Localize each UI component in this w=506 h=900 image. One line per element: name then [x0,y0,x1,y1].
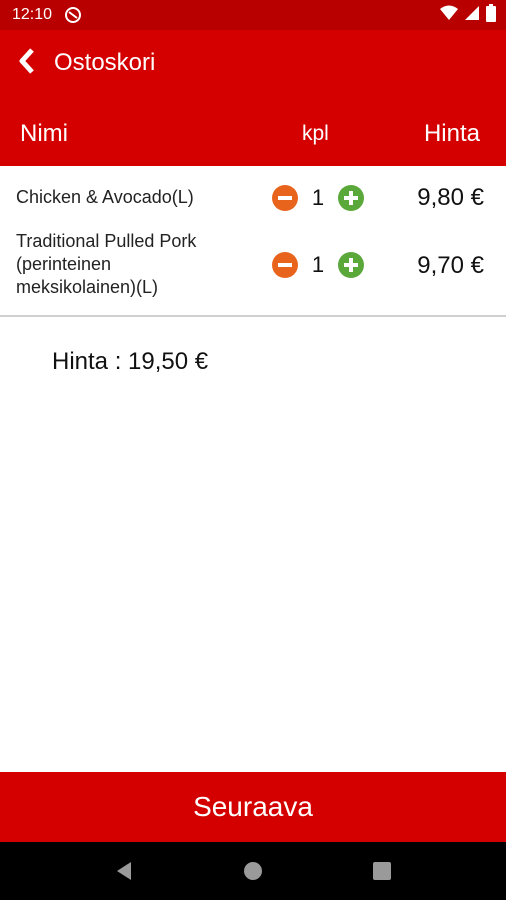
back-button[interactable] [0,30,54,96]
sync-off-icon [64,6,82,24]
signal-icon [464,5,480,26]
wifi-icon [440,5,458,26]
plus-icon [344,191,358,205]
chevron-left-icon [18,47,36,79]
home-circle-icon[interactable] [233,851,273,891]
recents-square-icon[interactable] [362,851,402,891]
column-header-price: Hinta [423,120,480,147]
quantity-stepper: 1 [272,252,364,278]
decrease-quantity-button[interactable] [272,185,298,211]
column-headers: Nimi kpl Hinta [0,96,506,166]
increase-quantity-button[interactable] [338,185,364,211]
item-name: Chicken & Avocado(L) [16,187,194,207]
increase-quantity-button[interactable] [338,252,364,278]
battery-icon [486,3,496,27]
item-quantity: 1 [311,185,325,210]
item-quantity: 1 [311,252,325,277]
system-nav-bar [0,842,506,900]
cart-items: Chicken & Avocado(L) 1 9,80 € Traditiona… [0,166,506,314]
status-bar: 12:10 [0,0,506,30]
total-price: Hinta : 19,50 € [52,348,209,375]
page-title: Ostoskori [54,49,156,76]
quantity-stepper: 1 [272,185,364,211]
item-name: Traditional Pulled Pork (perinteinen mek… [16,231,197,297]
minus-icon [278,263,292,267]
minus-icon [278,196,292,200]
plus-icon [344,258,358,272]
status-time: 12:10 [12,6,53,23]
divider [0,315,506,317]
cart-row: Chicken & Avocado(L) 1 9,80 € [0,166,506,230]
back-triangle-icon[interactable] [104,851,144,891]
column-header-qty: kpl [302,122,329,145]
item-price: 9,80 € [417,184,484,211]
app-bar: Ostoskori [0,30,506,96]
item-price: 9,70 € [417,252,484,279]
column-header-name: Nimi [20,120,68,147]
cart-row: Traditional Pulled Pork (perinteinen mek… [0,230,506,314]
next-button[interactable]: Seuraava [0,772,506,842]
decrease-quantity-button[interactable] [272,252,298,278]
